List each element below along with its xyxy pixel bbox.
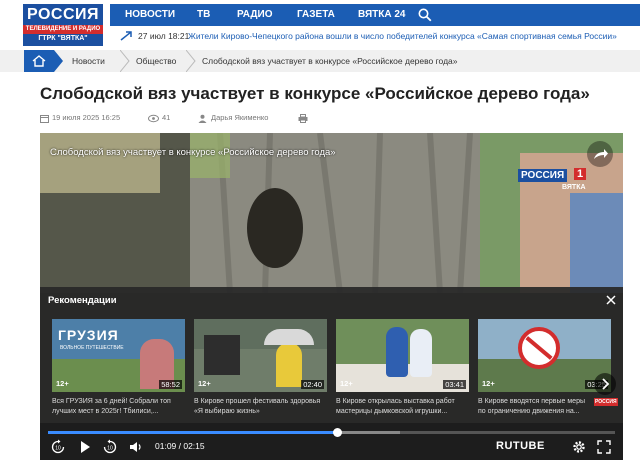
recommendation-card[interactable]: 12+ 03:25 В Кирове вводятся первые меры … bbox=[478, 319, 618, 419]
recommendations-panel: Рекомендации ГРУЗИЯ ВОЛЬНОЕ ПУТЕШЕСТВИЕ … bbox=[40, 287, 623, 423]
fullscreen-icon[interactable] bbox=[596, 439, 612, 455]
logo-title: РОССИЯ bbox=[26, 6, 99, 23]
nav-item-tv[interactable]: ТВ bbox=[197, 4, 210, 26]
video-player[interactable]: Слободской вяз участвует в конкурсе «Рос… bbox=[40, 133, 623, 460]
home-icon bbox=[32, 55, 46, 67]
logo-subtitle: ТЕЛЕВИДЕНИЕ И РАДИО bbox=[23, 25, 103, 34]
eye-icon bbox=[148, 114, 159, 123]
recommendation-title: В Кирове открылась выставка работ мастер… bbox=[336, 398, 455, 415]
recommendations-title: Рекомендации bbox=[48, 295, 117, 306]
age-rating: 12+ bbox=[56, 379, 69, 388]
recommendation-card[interactable]: ГРУЗИЯ ВОЛЬНОЕ ПУТЕШЕСТВИЕ 12+ 58:52 Вся… bbox=[52, 319, 185, 419]
gear-icon[interactable] bbox=[571, 439, 587, 455]
breadcrumb-society[interactable]: Общество bbox=[136, 50, 176, 72]
svg-text:10: 10 bbox=[107, 446, 113, 452]
thumbnail-subtitle: ВОЛЬНОЕ ПУТЕШЕСТВИЕ bbox=[60, 345, 124, 351]
ticker-arrow-icon bbox=[120, 31, 132, 41]
thumbnail-title: ГРУЗИЯ bbox=[58, 327, 119, 343]
recommendation-thumbnail: 12+ 03:25 bbox=[478, 319, 611, 392]
channel-name: РОССИЯ bbox=[518, 169, 568, 182]
article-views: 41 bbox=[162, 113, 171, 122]
recommendation-title: Вся ГРУЗИЯ за 6 дней! Собрали топ лучших… bbox=[52, 398, 171, 415]
article-date: 19 июля 2025 16:25 bbox=[52, 113, 121, 122]
breadcrumb-news[interactable]: Новости bbox=[72, 50, 105, 72]
recommendation-thumbnail: ГРУЗИЯ ВОЛЬНОЕ ПУТЕШЕСТВИЕ 12+ 58:52 bbox=[52, 319, 185, 392]
nav-item-news[interactable]: НОВОСТИ bbox=[125, 4, 175, 26]
channel-badge: РОССИЯ bbox=[594, 398, 618, 406]
share-icon bbox=[594, 149, 608, 159]
news-ticker: 27 июл 18:21 Жители Кирово-Чепецкого рай… bbox=[110, 26, 640, 46]
volume-icon[interactable] bbox=[128, 439, 144, 455]
page: РОССИЯ ТЕЛЕВИДЕНИЕ И РАДИО ГТРК "ВЯТКА" … bbox=[0, 0, 640, 472]
channel-region: ВЯТКА bbox=[562, 184, 586, 191]
recommendation-title: В Кирове вводятся первые меры по огранич… bbox=[478, 398, 585, 415]
article-author[interactable]: Дарья Якименко bbox=[211, 113, 268, 122]
ticker-link[interactable]: Жители Кирово-Чепецкого района вошли в ч… bbox=[188, 26, 617, 46]
breadcrumb-home[interactable] bbox=[24, 50, 54, 72]
nav-item-newspaper[interactable]: ГАЗЕТА bbox=[297, 4, 335, 26]
recommendation-thumbnail: 12+ 03:41 bbox=[336, 319, 469, 392]
calendar-icon bbox=[40, 115, 49, 123]
print-icon[interactable] bbox=[298, 114, 308, 123]
user-icon bbox=[198, 114, 207, 123]
video-duration: 58:52 bbox=[159, 380, 182, 389]
progress-bar[interactable] bbox=[48, 428, 615, 437]
breadcrumb-separator-icon bbox=[54, 50, 63, 72]
ticker-time: 27 июл 18:21 bbox=[138, 31, 190, 41]
nav-item-radio[interactable]: РАДИО bbox=[237, 4, 272, 26]
recommendation-title: В Кирове прошел фестиваль здоровья «Я вы… bbox=[194, 398, 321, 415]
play-icon[interactable] bbox=[77, 439, 93, 455]
age-rating: 12+ bbox=[482, 379, 495, 388]
recommendations-next-button[interactable] bbox=[594, 373, 616, 395]
main-nav: НОВОСТИ ТВ РАДИО ГАЗЕТА ВЯТКА 24 bbox=[110, 4, 640, 26]
nav-item-vyatka24[interactable]: ВЯТКА 24 bbox=[358, 4, 406, 26]
svg-text:10: 10 bbox=[55, 446, 61, 452]
forward-10-icon[interactable]: 10 bbox=[102, 439, 118, 455]
site-logo[interactable]: РОССИЯ ТЕЛЕВИДЕНИЕ И РАДИО ГТРК "ВЯТКА" bbox=[23, 4, 103, 46]
channel-number: 1 bbox=[574, 168, 587, 180]
recommendation-thumbnail: 12+ 02:40 bbox=[194, 319, 327, 392]
search-icon[interactable] bbox=[418, 8, 432, 22]
page-title: Слободской вяз участвует в конкурсе «Рос… bbox=[40, 84, 590, 103]
logo-station: ГТРК "ВЯТКА" bbox=[38, 35, 88, 42]
player-controls: 10 10 01:09 / 02:15 RUTUBE bbox=[40, 423, 623, 460]
breadcrumb-current: Слободской вяз участвует в конкурсе «Рос… bbox=[202, 56, 458, 66]
progress-handle[interactable] bbox=[333, 428, 343, 437]
site-header: РОССИЯ ТЕЛЕВИДЕНИЕ И РАДИО ГТРК "ВЯТКА" … bbox=[0, 0, 640, 48]
video-duration: 03:41 bbox=[443, 380, 466, 389]
channel-logo: РОССИЯ 1 ВЯТКА bbox=[518, 166, 596, 194]
breadcrumb: Новости Общество Слободской вяз участвуе… bbox=[0, 50, 640, 72]
progress-played bbox=[48, 431, 338, 434]
time-display: 01:09 / 02:15 bbox=[155, 441, 205, 451]
rutube-logo[interactable]: RUTUBE bbox=[496, 440, 545, 452]
recommendation-card[interactable]: 12+ 02:40 В Кирове прошел фестиваль здор… bbox=[194, 319, 327, 419]
chevron-right-icon bbox=[602, 378, 610, 390]
video-duration: 02:40 bbox=[301, 380, 324, 389]
age-rating: 12+ bbox=[340, 379, 353, 388]
breadcrumb-separator-icon bbox=[120, 50, 130, 72]
share-button[interactable] bbox=[587, 141, 613, 167]
recommendation-card[interactable]: 12+ 03:41 В Кирове открылась выставка ра… bbox=[336, 319, 469, 419]
age-rating: 12+ bbox=[198, 379, 211, 388]
video-title: Слободской вяз участвует в конкурсе «Рос… bbox=[50, 147, 336, 158]
close-icon[interactable] bbox=[606, 295, 616, 305]
rewind-10-icon[interactable]: 10 bbox=[50, 439, 66, 455]
breadcrumb-separator-icon bbox=[186, 50, 196, 72]
